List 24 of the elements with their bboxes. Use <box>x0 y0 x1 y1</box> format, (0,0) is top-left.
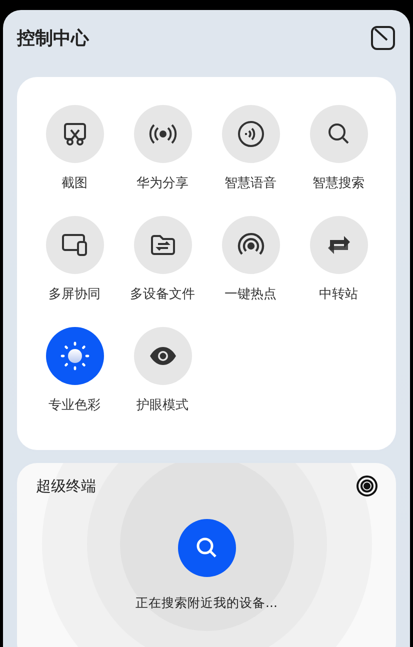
shortcut-toggle[interactable]: 多设备文件 <box>118 216 206 303</box>
folder-icon <box>150 233 176 257</box>
scissors-icon <box>62 121 88 147</box>
sun-icon <box>60 341 90 371</box>
search-status: 正在搜索附近我的设备... <box>134 595 278 612</box>
voice-icon <box>236 120 264 148</box>
shortcut-toggle[interactable]: 智慧搜索 <box>294 105 382 192</box>
target-icon[interactable] <box>356 475 378 497</box>
shortcut-toggle[interactable]: 多屏协同 <box>30 216 118 303</box>
panel-title: 控制中心 <box>17 27 89 50</box>
broadcast-icon <box>148 122 176 146</box>
eye-icon <box>148 346 176 366</box>
search-icon <box>195 536 219 560</box>
devices-icon <box>60 233 88 257</box>
shortcut-toggle[interactable]: 智慧语音 <box>206 105 294 192</box>
shortcut-toggle[interactable]: 截图 <box>30 105 118 192</box>
shortcut-toggle[interactable]: 中转站 <box>294 216 382 303</box>
edit-icon[interactable] <box>370 25 396 51</box>
shortcut-toggle[interactable]: 一键热点 <box>206 216 294 303</box>
shortcut-toggle[interactable]: 华为分享 <box>118 105 206 192</box>
search-icon <box>326 122 350 146</box>
super-device-title: 超级终端 <box>36 476 96 496</box>
shortcut-toggle[interactable]: 专业色彩 <box>30 327 118 414</box>
shortcut-toggle[interactable]: 护眼模式 <box>118 327 206 414</box>
